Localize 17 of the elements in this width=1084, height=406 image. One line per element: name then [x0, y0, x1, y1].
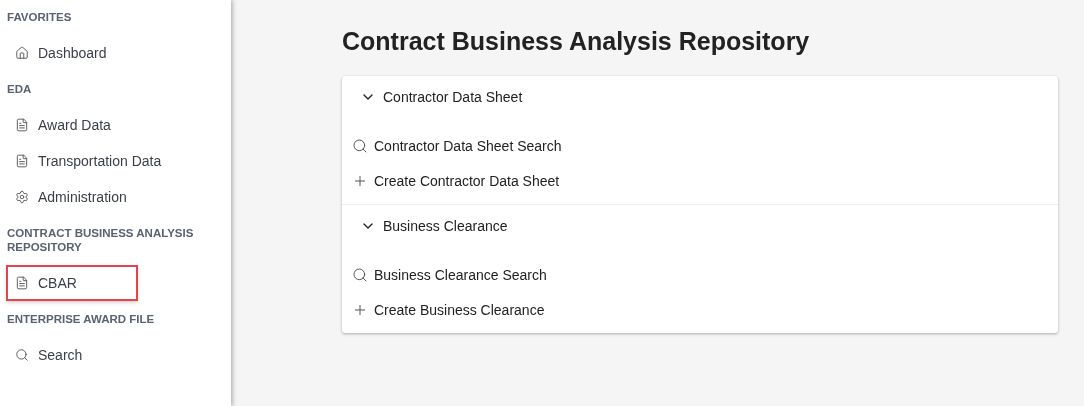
action-link[interactable]: Create Contractor Data Sheet	[342, 163, 570, 198]
section-heading: CONTRACT BUSINESS ANALYSIS REPOSITORY	[7, 226, 195, 255]
sidebar-item[interactable]: Dashboard	[7, 36, 121, 70]
sidebar-item[interactable]: CBAR	[7, 266, 137, 300]
action-link[interactable]: Contractor Data Sheet Search	[342, 128, 572, 163]
accordion-header[interactable]: Business Clearance	[342, 205, 526, 247]
section-heading: EDA	[7, 82, 33, 97]
sidebar-item[interactable]: Transportation Data	[7, 144, 170, 178]
sidebar-item[interactable]: Administration	[7, 180, 135, 214]
sidebar-item[interactable]: Award Data	[7, 108, 121, 142]
sidebar-item[interactable]: Search	[7, 338, 121, 372]
action-link[interactable]: Business Clearance Search	[342, 257, 557, 292]
section-heading: FAVORITES	[7, 10, 73, 25]
action-link[interactable]: Create Business Clearance	[342, 292, 555, 327]
accordion-header[interactable]: Contractor Data Sheet	[342, 76, 541, 118]
page-title: Contract Business Analysis Repository	[342, 26, 811, 56]
section-heading: ENTERPRISE AWARD FILE	[7, 312, 156, 327]
